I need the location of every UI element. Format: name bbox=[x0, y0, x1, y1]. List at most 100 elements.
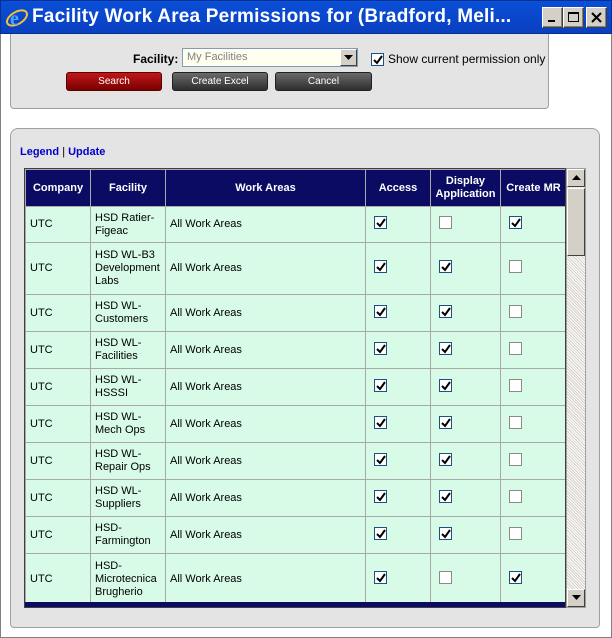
create-mr-checkbox-cell bbox=[500, 206, 565, 243]
create-mr-checkbox-cell bbox=[500, 442, 565, 480]
create-mr-checkbox[interactable] bbox=[509, 571, 522, 584]
display-application-checkbox[interactable] bbox=[439, 526, 452, 540]
create-mr-checkbox-cell bbox=[500, 368, 565, 406]
company-cell: UTC bbox=[25, 442, 91, 480]
company-cell: UTC bbox=[25, 516, 91, 554]
create-mr-checkbox[interactable] bbox=[509, 341, 522, 355]
minimize-button[interactable] bbox=[542, 7, 563, 28]
facility-select[interactable]: My Facilities bbox=[182, 48, 358, 67]
show-current-permission: Show current permission only bbox=[371, 52, 545, 66]
create-mr-checkbox-cell bbox=[500, 242, 565, 295]
work-areas-cell: All Work Areas bbox=[165, 206, 366, 243]
display-application-checkbox[interactable] bbox=[439, 452, 452, 466]
display-application-checkbox-cell bbox=[430, 294, 501, 332]
create-mr-checkbox-cell bbox=[500, 553, 565, 606]
display-application-checkbox[interactable] bbox=[439, 378, 452, 392]
create-mr-checkbox[interactable] bbox=[509, 260, 522, 273]
col-header-company[interactable]: Company bbox=[25, 169, 91, 207]
access-checkbox-cell bbox=[365, 242, 431, 295]
create-mr-checkbox[interactable] bbox=[509, 216, 522, 229]
facility-cell: HSD-Microtecnica Brugherio bbox=[90, 553, 166, 606]
chevron-down-icon[interactable] bbox=[340, 49, 357, 66]
show-current-checkbox[interactable] bbox=[371, 52, 384, 66]
facility-cell: HSD WL-Facilities bbox=[90, 331, 166, 369]
col-header-create-mr[interactable]: Create MR bbox=[500, 169, 565, 207]
company-cell: UTC bbox=[25, 368, 91, 406]
work-areas-cell: All Work Areas bbox=[165, 331, 366, 369]
scroll-down-button[interactable] bbox=[567, 589, 585, 607]
access-checkbox[interactable] bbox=[374, 341, 387, 355]
display-application-checkbox[interactable] bbox=[439, 489, 452, 503]
link-separator: | bbox=[62, 146, 66, 158]
access-checkbox[interactable] bbox=[374, 304, 387, 318]
display-application-checkbox-cell bbox=[430, 331, 501, 369]
table-row: UTC HSD-Microtecnica Brugherio All Work Ar… bbox=[25, 553, 565, 606]
facility-cell: HSD WL-Suppliers bbox=[90, 479, 166, 517]
action-links: Legend | Update bbox=[20, 146, 105, 158]
cancel-button[interactable]: Cancel bbox=[275, 72, 372, 91]
work-areas-cell: All Work Areas bbox=[165, 405, 366, 443]
facility-cell: HSD WL-Customers bbox=[90, 294, 166, 332]
svg-text:e: e bbox=[10, 8, 19, 30]
create-excel-button[interactable]: Create Excel bbox=[172, 72, 268, 91]
show-current-label: Show current permission only bbox=[388, 52, 546, 66]
table-row: UTC HSD Ratier-Figeac All Work Areas bbox=[25, 206, 565, 243]
permissions-table: Company Facility Work Areas Access Displ… bbox=[25, 169, 565, 606]
scroll-thumb[interactable] bbox=[567, 188, 585, 256]
display-application-checkbox[interactable] bbox=[439, 260, 452, 273]
col-header-work-areas[interactable]: Work Areas bbox=[165, 169, 366, 207]
close-button[interactable] bbox=[586, 7, 607, 28]
vertical-scrollbar[interactable] bbox=[566, 168, 586, 608]
create-mr-checkbox-cell bbox=[500, 479, 565, 517]
display-application-checkbox[interactable] bbox=[439, 216, 452, 229]
company-cell: UTC bbox=[25, 405, 91, 443]
create-mr-checkbox[interactable] bbox=[509, 489, 522, 503]
table-row: UTC HSD WL-Suppliers All Work Areas bbox=[25, 479, 565, 517]
create-mr-checkbox[interactable] bbox=[509, 452, 522, 466]
facility-cell: HSD WL-B3 Development Labs bbox=[90, 242, 166, 295]
display-application-checkbox[interactable] bbox=[439, 304, 452, 318]
access-checkbox[interactable] bbox=[374, 216, 387, 229]
search-button[interactable]: Search bbox=[66, 72, 162, 91]
create-mr-checkbox[interactable] bbox=[509, 378, 522, 392]
col-header-display-application[interactable]: Display Application bbox=[430, 169, 501, 207]
create-mr-checkbox[interactable] bbox=[509, 415, 522, 429]
create-mr-checkbox[interactable] bbox=[509, 526, 522, 540]
create-mr-checkbox[interactable] bbox=[509, 304, 522, 318]
access-checkbox[interactable] bbox=[374, 378, 387, 392]
create-mr-checkbox-cell bbox=[500, 294, 565, 332]
work-areas-cell: All Work Areas bbox=[165, 242, 366, 295]
display-application-checkbox-cell bbox=[430, 405, 501, 443]
table-footer-strip bbox=[25, 602, 565, 607]
col-header-access[interactable]: Access bbox=[365, 169, 431, 207]
access-checkbox-cell bbox=[365, 331, 431, 369]
table-row: UTC HSD WL-Customers All Work Areas bbox=[25, 294, 565, 332]
display-application-checkbox-cell bbox=[430, 553, 501, 606]
access-checkbox[interactable] bbox=[374, 415, 387, 429]
access-checkbox-cell bbox=[365, 442, 431, 480]
table-row: UTC HSD WL-Mech Ops All Work Areas bbox=[25, 405, 565, 443]
access-checkbox[interactable] bbox=[374, 452, 387, 466]
maximize-button[interactable] bbox=[563, 7, 584, 28]
display-application-checkbox-cell bbox=[430, 442, 501, 480]
title-bar: e Facility Work Area Permissions for (Br… bbox=[0, 0, 612, 34]
access-checkbox[interactable] bbox=[374, 260, 387, 273]
work-areas-cell: All Work Areas bbox=[165, 516, 366, 554]
access-checkbox-cell bbox=[365, 368, 431, 406]
display-application-checkbox-cell bbox=[430, 516, 501, 554]
access-checkbox[interactable] bbox=[374, 526, 387, 540]
display-application-checkbox[interactable] bbox=[439, 571, 452, 584]
table-row: UTC HSD WL-Repair Ops All Work Areas bbox=[25, 442, 565, 480]
work-areas-cell: All Work Areas bbox=[165, 442, 366, 480]
access-checkbox[interactable] bbox=[374, 489, 387, 503]
legend-link[interactable]: Legend bbox=[20, 146, 59, 158]
company-cell: UTC bbox=[25, 206, 91, 243]
display-application-checkbox[interactable] bbox=[439, 341, 452, 355]
scroll-up-button[interactable] bbox=[567, 169, 585, 187]
display-application-checkbox[interactable] bbox=[439, 415, 452, 429]
update-link[interactable]: Update bbox=[68, 146, 105, 158]
access-checkbox-cell bbox=[365, 516, 431, 554]
access-checkbox[interactable] bbox=[374, 571, 387, 584]
col-header-facility[interactable]: Facility bbox=[90, 169, 166, 207]
work-areas-cell: All Work Areas bbox=[165, 368, 366, 406]
